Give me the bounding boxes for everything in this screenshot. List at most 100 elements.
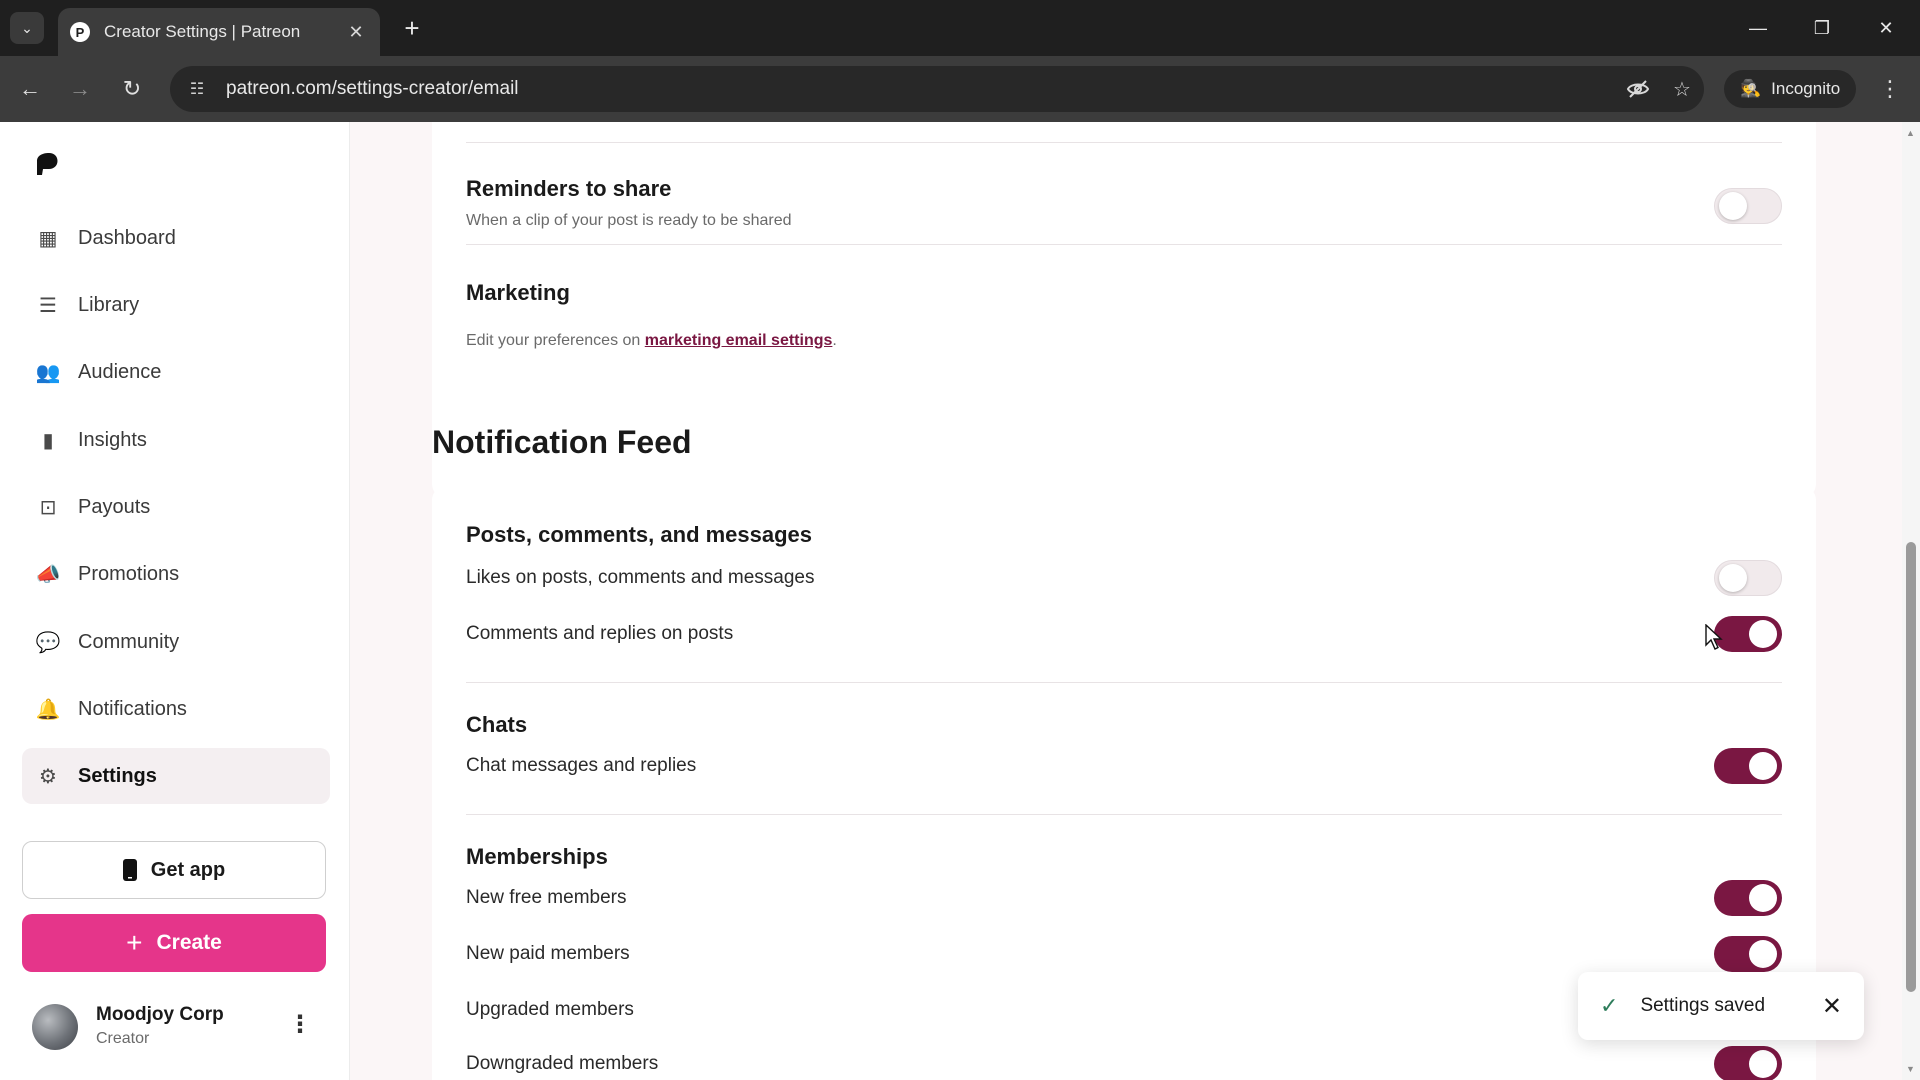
reminders-title: Reminders to share (466, 176, 672, 201)
library-icon: ☰ (39, 294, 57, 317)
patreon-favicon-icon: P (70, 22, 90, 42)
setting-toggle[interactable] (1714, 616, 1782, 652)
window-close-icon[interactable]: ✕ (1856, 8, 1916, 48)
reminders-desc: When a clip of your post is ready to be … (466, 212, 792, 229)
setting-label: New free members (466, 887, 627, 908)
sidebar-item-payouts[interactable]: ⊡ Payouts (22, 479, 330, 535)
setting-toggle[interactable] (1714, 936, 1782, 972)
setting-label: Likes on posts, comments and messages (466, 567, 815, 588)
get-app-button[interactable]: Get app (22, 841, 326, 899)
sidebar-item-promotions[interactable]: 📣 Promotions (22, 546, 330, 602)
bell-icon: 🔔 (35, 698, 61, 721)
settings-saved-toast: ✓ Settings saved ✕ (1578, 972, 1864, 1040)
divider (466, 682, 1782, 683)
insights-icon: ▮ (42, 429, 54, 452)
user-role: Creator (96, 1030, 150, 1047)
phone-icon (122, 859, 137, 881)
setting-label: Comments and replies on posts (466, 623, 734, 644)
browser-toolbar: ← → ↻ ☷ patreon.com/settings-creator/ema… (0, 56, 1920, 122)
sidebar-item-label: Promotions (78, 562, 180, 585)
audience-icon: 👥 (35, 361, 61, 384)
browser-tab[interactable]: P Creator Settings | Patreon ✕ (58, 8, 380, 56)
toggle-knob (1749, 940, 1777, 968)
toast-close-icon[interactable]: ✕ (1822, 992, 1842, 1021)
eye-off-icon[interactable] (1616, 67, 1660, 111)
toggle-knob (1749, 884, 1777, 912)
scroll-up-icon[interactable]: ▲ (1906, 128, 1915, 138)
forward-icon[interactable]: → (60, 69, 100, 109)
sidebar-item-dashboard[interactable]: ▦ Dashboard (22, 210, 330, 266)
sidebar-item-notifications[interactable]: 🔔 Notifications (22, 681, 330, 737)
sidebar-item-settings[interactable]: ⚙ Settings (22, 748, 330, 804)
reminders-toggle[interactable] (1714, 188, 1782, 224)
tab-close-icon[interactable]: ✕ (344, 22, 368, 43)
divider (466, 814, 1782, 815)
sidebar-item-community[interactable]: 💬 Community (22, 614, 330, 670)
sidebar-item-label: Library (78, 293, 140, 316)
setting-label: New paid members (466, 943, 630, 964)
toggle-knob (1749, 620, 1777, 648)
minimize-icon[interactable]: — (1728, 8, 1788, 48)
incognito-icon: 🕵 (1740, 79, 1762, 98)
back-icon[interactable]: ← (10, 69, 50, 109)
user-account[interactable]: Moodjoy Corp Creator ⋮ (32, 1000, 322, 1060)
setting-label: Upgraded members (466, 999, 634, 1020)
toggle-knob (1749, 752, 1777, 780)
sidebar-item-label: Insights (78, 428, 147, 451)
scroll-thumb[interactable] (1906, 542, 1916, 992)
notification-feed-title: Notification Feed (432, 424, 692, 460)
divider (466, 244, 1782, 245)
tab-search-dropdown-icon[interactable]: ⌄ (10, 12, 44, 44)
marketing-desc-prefix: Edit your preferences on (466, 332, 645, 349)
sidebar-item-label: Dashboard (78, 226, 176, 249)
sidebar: ▦ Dashboard ☰ Library 👥 Audience ▮ Insights ⊡ Pay… (0, 122, 350, 1080)
more-options-icon[interactable]: ⋮ (288, 1010, 312, 1039)
browser-tab-bar: ⌄ P Creator Settings | Patreon ✕ + — ❐ ✕ (0, 0, 1920, 56)
restore-icon[interactable]: ❐ (1792, 8, 1852, 48)
setting-toggle[interactable] (1714, 560, 1782, 596)
divider (466, 142, 1782, 143)
avatar[interactable] (32, 1004, 78, 1050)
group-heading: Chats (466, 712, 528, 737)
setting-label: Downgraded members (466, 1053, 659, 1074)
settings-main: Reminders to share When a clip of your p… (350, 122, 1902, 1080)
promotions-icon: 📣 (35, 563, 61, 586)
setting-toggle[interactable] (1714, 1046, 1782, 1080)
sidebar-item-audience[interactable]: 👥 Audience (22, 344, 330, 400)
sidebar-item-label: Payouts (78, 495, 151, 518)
address-bar[interactable]: ☷ patreon.com/settings-creator/email ☆ (170, 66, 1704, 112)
group-heading: Memberships (466, 844, 608, 869)
bookmark-star-icon[interactable]: ☆ (1660, 67, 1704, 111)
incognito-label: Incognito (1771, 79, 1841, 98)
gear-icon: ⚙ (39, 765, 57, 788)
create-button[interactable]: + Create (22, 914, 326, 972)
plus-icon: + (126, 927, 143, 958)
tab-title: Creator Settings | Patreon (104, 22, 301, 41)
sidebar-item-label: Audience (78, 360, 162, 383)
mouse-cursor-icon (1705, 624, 1723, 650)
url-text[interactable]: patreon.com/settings-creator/email (226, 78, 1616, 100)
group-heading: Posts, comments, and messages (466, 522, 813, 547)
site-info-icon[interactable]: ☷ (174, 66, 220, 112)
toggle-knob (1719, 192, 1747, 220)
marketing-email-settings-link[interactable]: marketing email settings (645, 332, 833, 349)
page-scrollbar[interactable]: ▲ ▼ (1902, 122, 1920, 1080)
setting-toggle[interactable] (1714, 748, 1782, 784)
setting-toggle[interactable] (1714, 880, 1782, 916)
new-tab-icon[interactable]: + (396, 12, 428, 44)
reload-icon[interactable]: ↻ (112, 69, 152, 109)
marketing-desc-suffix: . (832, 332, 837, 349)
incognito-indicator[interactable]: 🕵 Incognito (1724, 70, 1857, 108)
sidebar-item-label: Settings (78, 764, 157, 787)
toggle-knob (1719, 564, 1747, 592)
scroll-down-icon[interactable]: ▼ (1906, 1064, 1915, 1074)
sidebar-item-insights[interactable]: ▮ Insights (22, 412, 330, 468)
sidebar-item-library[interactable]: ☰ Library (22, 277, 330, 333)
user-name: Moodjoy Corp (96, 1004, 224, 1025)
browser-menu-icon[interactable]: ⋮ (1870, 69, 1910, 109)
get-app-label: Get app (150, 858, 226, 881)
dashboard-icon: ▦ (38, 227, 58, 250)
marketing-title: Marketing (466, 280, 570, 305)
toggle-knob (1749, 1050, 1777, 1078)
patreon-logo[interactable] (36, 152, 58, 176)
